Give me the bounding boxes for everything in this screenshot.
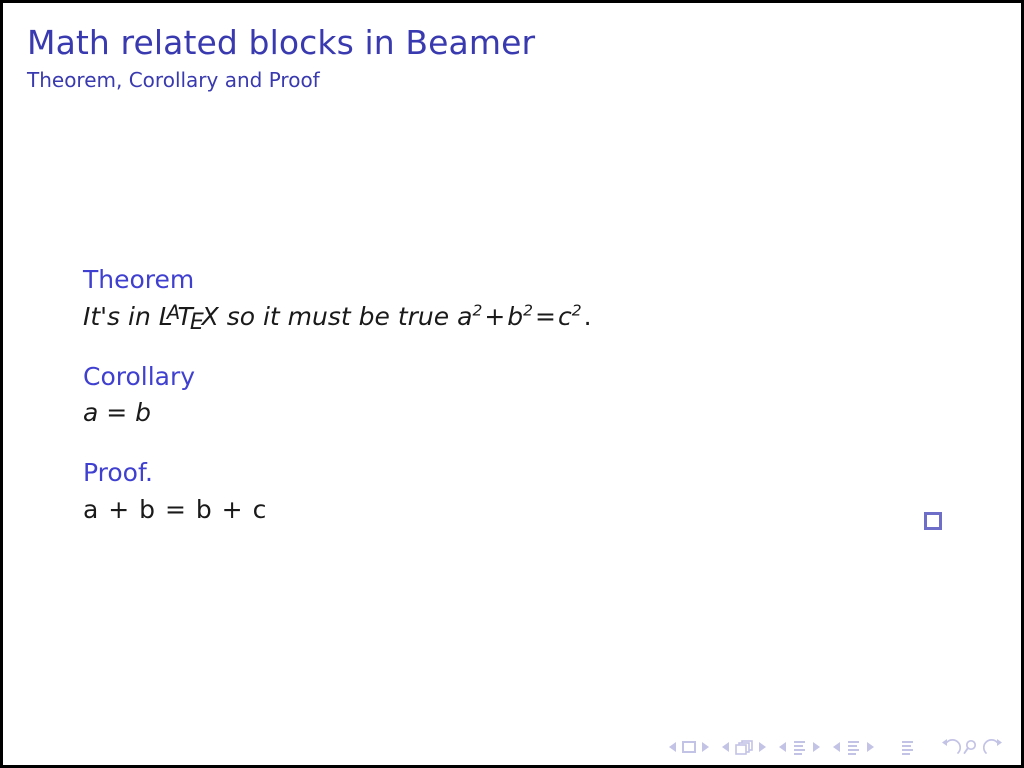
next-section-triangle-icon[interactable]: [866, 742, 874, 752]
latex-logo: LATEX: [159, 300, 219, 336]
prev-slide-triangle-icon[interactable]: [669, 742, 677, 752]
nav-group-slide: [669, 741, 709, 753]
latex-logo-a: A: [166, 300, 181, 324]
slide-icon[interactable]: [682, 741, 696, 753]
frame-icon[interactable]: [735, 739, 753, 755]
theorem-equation: a2+b2=c2.: [457, 302, 593, 331]
latex-logo-x: X: [201, 301, 219, 331]
section-icon[interactable]: [846, 740, 861, 755]
eq-c-exponent: 2: [571, 301, 582, 320]
qed-square-icon: [924, 512, 942, 531]
eq-equals: =: [535, 301, 556, 331]
eq-a: a: [457, 301, 473, 331]
proof-block-body: a + b = b + c: [83, 494, 268, 524]
proof-block: Proof. a + b = b + c: [83, 458, 963, 531]
eq-period: .: [583, 301, 592, 331]
proof-block-title: Proof.: [83, 458, 153, 488]
nav-group-section: [833, 740, 874, 755]
corollary-block: Corollary a = b: [83, 362, 963, 429]
eq-b: b: [507, 301, 524, 331]
theorem-block-body: It's in LATEX so it must be true a2+b2=c…: [83, 300, 963, 336]
prev-subsection-triangle-icon[interactable]: [779, 742, 787, 752]
slide-header: Math related blocks in Beamer Theorem, C…: [27, 23, 987, 92]
corollary-block-body: a = b: [83, 398, 152, 428]
next-slide-triangle-icon[interactable]: [701, 742, 709, 752]
subsection-icon[interactable]: [792, 740, 807, 755]
search-icon[interactable]: [963, 739, 981, 755]
eq-a-exponent: 2: [472, 301, 483, 320]
beamer-slide: Math related blocks in Beamer Theorem, C…: [0, 0, 1024, 768]
nav-group-presentation: [900, 740, 915, 755]
presentation-icon[interactable]: [900, 740, 915, 755]
blocks-container: Theorem It's in LATEX so it must be true…: [83, 265, 963, 531]
eq-b-exponent: 2: [523, 301, 534, 320]
theorem-text-prefix: It's in: [83, 301, 159, 331]
nav-group-subsection: [779, 740, 820, 755]
prev-section-triangle-icon[interactable]: [833, 742, 841, 752]
navigation-symbols-bar: [669, 739, 1003, 755]
next-subsection-triangle-icon[interactable]: [812, 742, 820, 752]
corollary-block-title: Corollary: [83, 361, 196, 391]
theorem-text-middle: so it must be true: [218, 301, 458, 331]
theorem-block: Theorem It's in LATEX so it must be true…: [83, 265, 963, 336]
eq-c: c: [557, 301, 572, 331]
nav-group-frame: [722, 739, 766, 755]
back-arrow-icon[interactable]: [941, 739, 961, 755]
prev-frame-triangle-icon[interactable]: [722, 742, 730, 752]
next-frame-triangle-icon[interactable]: [758, 742, 766, 752]
nav-group-navigation-arrows: [941, 739, 1003, 755]
eq-plus: +: [484, 301, 506, 331]
forward-arrow-icon[interactable]: [983, 739, 1003, 755]
latex-logo-e: E: [189, 310, 204, 336]
page-title: Math related blocks in Beamer: [27, 23, 536, 62]
page-subtitle: Theorem, Corollary and Proof: [27, 67, 320, 92]
theorem-block-title: Theorem: [83, 265, 195, 294]
